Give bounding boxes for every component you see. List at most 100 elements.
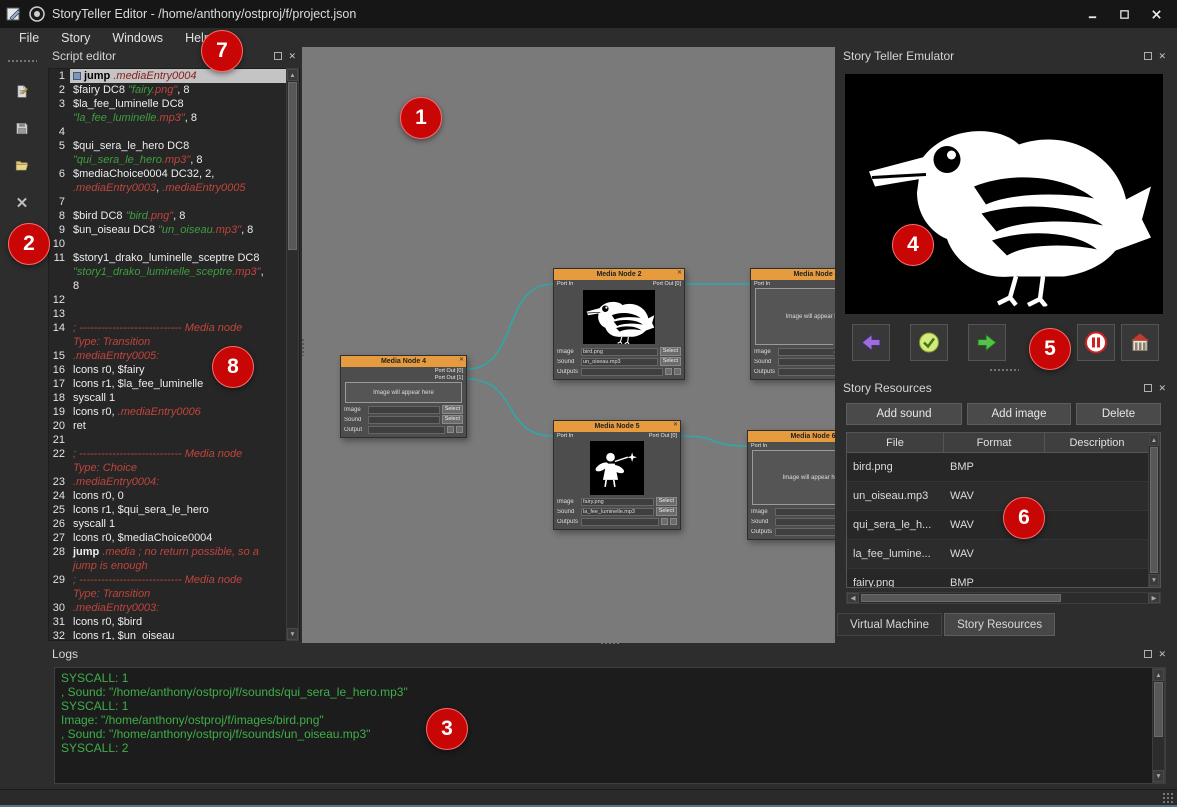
media-node[interactable]: Media Node 2✕Port InPort Out [0]Imagebir…: [553, 268, 685, 380]
mini-button[interactable]: [674, 368, 681, 375]
node-close-icon[interactable]: ✕: [459, 356, 464, 363]
splitter-handle[interactable]: [301, 338, 306, 356]
code-line[interactable]: 24lcons r0, 0: [49, 489, 299, 503]
column-header-description[interactable]: Description: [1045, 433, 1150, 453]
table-row[interactable]: bird.pngBMP: [847, 453, 1160, 482]
code-line[interactable]: 21: [49, 433, 299, 447]
code-line[interactable]: 12: [49, 293, 299, 307]
scroll-right-icon[interactable]: ▶: [1148, 593, 1160, 603]
resize-grip[interactable]: [1162, 792, 1174, 804]
code-line[interactable]: 1jump .mediaEntry0004: [49, 69, 299, 83]
node-close-icon[interactable]: ✕: [677, 269, 682, 276]
code-line[interactable]: 2$fairy DC8 "fairy.png", 8: [49, 83, 299, 97]
code-line[interactable]: 10: [49, 237, 299, 251]
close-cross-button[interactable]: [9, 190, 35, 214]
menu-item-story[interactable]: Story: [52, 30, 99, 46]
code-line[interactable]: 15.mediaEntry0005:: [49, 349, 299, 363]
table-horizontal-scrollbar[interactable]: ◀ ▶: [846, 592, 1161, 604]
code-line[interactable]: 9$un_oiseau DC8 "un_oiseau.mp3", 8: [49, 223, 299, 237]
ok-button[interactable]: [910, 324, 948, 361]
code-line[interactable]: 19lcons r0, .mediaEntry0006: [49, 405, 299, 419]
scrollbar-thumb[interactable]: [1150, 447, 1158, 573]
code-line[interactable]: 26syscall 1: [49, 517, 299, 531]
code-line[interactable]: Type: Choice: [49, 461, 299, 475]
code-line[interactable]: 16lcons r0, $fairy: [49, 363, 299, 377]
scroll-left-icon[interactable]: ◀: [847, 593, 859, 603]
code-line[interactable]: "story1_drako_luminelle_sceptre.mp3",: [49, 265, 299, 279]
code-line[interactable]: 27lcons r0, $mediaChoice0004: [49, 531, 299, 545]
scroll-down-icon[interactable]: ▼: [1153, 770, 1164, 782]
tab-virtual-machine[interactable]: Virtual Machine: [837, 613, 942, 636]
media-node[interactable]: Media Node 3✕Port InImage will appear he…: [750, 268, 835, 380]
table-row[interactable]: la_fee_lumine...WAV: [847, 540, 1160, 569]
code-line[interactable]: 32lcons r1, $un_oiseau: [49, 629, 299, 641]
tab-story-resources[interactable]: Story Resources: [944, 613, 1055, 636]
code-line[interactable]: 8$bird DC8 "bird.png", 8: [49, 209, 299, 223]
column-header-format[interactable]: Format: [944, 433, 1045, 453]
mini-button[interactable]: [665, 368, 672, 375]
code-line[interactable]: 8: [49, 279, 299, 293]
menu-item-windows[interactable]: Windows: [103, 30, 172, 46]
code-line[interactable]: "qui_sera_le_hero.mp3", 8: [49, 153, 299, 167]
code-line[interactable]: 11$story1_drako_luminelle_sceptre DC8: [49, 251, 299, 265]
media-node[interactable]: Media Node 4✕Port Out [0]Port Out [1]Ima…: [340, 355, 467, 438]
code-line[interactable]: 3$la_fee_luminelle DC8: [49, 97, 299, 111]
code-line[interactable]: 25lcons r1, $qui_sera_le_hero: [49, 503, 299, 517]
close-panel-icon[interactable]: ✕: [1158, 52, 1166, 61]
code-line[interactable]: 5$qui_sera_le_hero DC8: [49, 139, 299, 153]
code-line[interactable]: 28jump .media ; no return possible, so a: [49, 545, 299, 559]
code-line[interactable]: 13: [49, 307, 299, 321]
code-line[interactable]: Type: Transition: [49, 587, 299, 601]
splitter-handle[interactable]: [989, 368, 1019, 373]
close-panel-icon[interactable]: ✕: [1158, 384, 1166, 393]
select-button[interactable]: Select: [656, 497, 677, 506]
table-row[interactable]: un_oiseau.mp3WAV: [847, 482, 1160, 511]
code-line[interactable]: 6$mediaChoice0004 DC32, 2,: [49, 167, 299, 181]
minimize-button[interactable]: [1077, 4, 1107, 24]
code-line[interactable]: 20ret: [49, 419, 299, 433]
scrollbar-thumb[interactable]: [288, 82, 297, 250]
scroll-up-icon[interactable]: ▲: [1149, 434, 1159, 446]
scroll-down-icon[interactable]: ▼: [287, 628, 298, 640]
new-script-button[interactable]: [9, 79, 35, 103]
table-vertical-scrollbar[interactable]: ▲ ▼: [1148, 433, 1160, 587]
scrollbar-thumb[interactable]: [861, 594, 1061, 602]
select-button[interactable]: Select: [442, 415, 463, 424]
mini-button[interactable]: [670, 518, 677, 525]
code-line[interactable]: 31lcons r0, $bird: [49, 615, 299, 629]
mini-button[interactable]: [447, 426, 454, 433]
code-line[interactable]: 17lcons r1, $la_fee_luminelle: [49, 377, 299, 391]
node-graph-canvas[interactable]: Media Node 4✕Port Out [0]Port Out [1]Ima…: [302, 47, 835, 643]
add-image-button[interactable]: Add image: [967, 403, 1071, 425]
media-node[interactable]: Media Node 6✕Port InImage will appear he…: [747, 430, 835, 540]
add-sound-button[interactable]: Add sound: [846, 403, 962, 425]
scroll-down-icon[interactable]: ▼: [1149, 574, 1159, 586]
media-node[interactable]: Media Node 5✕Port InPort Out [0]Imagefai…: [553, 420, 681, 530]
node-close-icon[interactable]: ✕: [673, 421, 678, 428]
code-line[interactable]: 7: [49, 195, 299, 209]
vertical-scrollbar[interactable]: ▲ ▼: [286, 68, 299, 641]
close-panel-icon[interactable]: ✕: [1158, 650, 1166, 659]
maximize-button[interactable]: [1109, 4, 1139, 24]
code-line[interactable]: 18syscall 1: [49, 391, 299, 405]
code-line[interactable]: 4: [49, 125, 299, 139]
float-panel-icon[interactable]: [274, 52, 282, 60]
code-line[interactable]: "la_fee_luminelle.mp3", 8: [49, 111, 299, 125]
scrollbar-thumb[interactable]: [1154, 682, 1163, 737]
select-button[interactable]: Select: [656, 507, 677, 516]
mini-button[interactable]: [661, 518, 668, 525]
select-button[interactable]: Select: [660, 357, 681, 366]
code-line[interactable]: jump is enough: [49, 559, 299, 573]
mini-button[interactable]: [456, 426, 463, 433]
next-button[interactable]: [968, 324, 1006, 361]
select-button[interactable]: Select: [442, 405, 463, 414]
code-editor[interactable]: 1jump .mediaEntry00042$fairy DC8 "fairy.…: [48, 68, 300, 641]
close-button[interactable]: [1141, 4, 1171, 24]
float-panel-icon[interactable]: [1144, 52, 1152, 60]
previous-button[interactable]: [852, 324, 890, 361]
menu-item-file[interactable]: File: [10, 30, 48, 46]
code-line[interactable]: .mediaEntry0003, .mediaEntry0005: [49, 181, 299, 195]
select-button[interactable]: Select: [660, 347, 681, 356]
logs-vertical-scrollbar[interactable]: ▲ ▼: [1152, 668, 1165, 783]
delete-button[interactable]: Delete: [1076, 403, 1161, 425]
